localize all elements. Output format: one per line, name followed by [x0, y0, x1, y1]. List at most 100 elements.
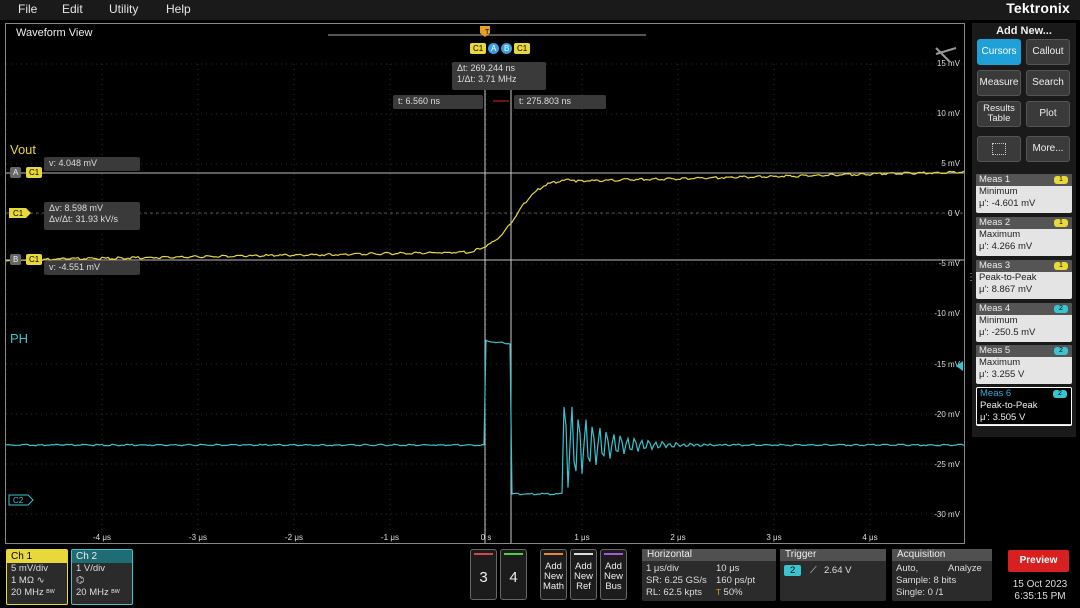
acquisition-sample: Sample: 8 bits: [896, 575, 957, 586]
cursors-button[interactable]: Cursors: [977, 39, 1021, 65]
bottom-settings-bar: Ch 1 5 mV/div 1 MΩ ∿ 20 MHz ᴮᵂ Ch 2 1 V/…: [0, 545, 1080, 608]
meas-6-badge[interactable]: Meas 6 2 Peak-to-Peak μ': 3.505 V: [976, 387, 1072, 426]
dv-dt-value: Δv/Δt: 31.93 kV/s: [49, 214, 119, 224]
ch2-badge[interactable]: Ch 2 1 V/div ⌬ 20 MHz ᴮᵂ: [71, 549, 133, 605]
time-display: 6:35:15 PM: [1014, 591, 1066, 602]
cursor-tag-c1-left[interactable]: C1: [470, 43, 487, 54]
panel-resize-handle[interactable]: ⋮: [966, 273, 976, 290]
x-tick-label: 2 μs: [670, 533, 685, 542]
ch3-button[interactable]: 3: [470, 549, 497, 600]
cursor-b-voltage-readout[interactable]: v: -4.551 mV: [44, 261, 140, 275]
meas-name: Minimum: [979, 315, 1018, 326]
trigger-marker-label: T: [485, 29, 490, 36]
bw-limit-icon: ᴮᵂ: [46, 588, 55, 597]
meas-value: μ': 3.505 V: [977, 412, 1071, 424]
waveform-plot[interactable]: 15 mV 10 mV 5 mV 0 V -5 mV -10 mV -15 mV…: [6, 24, 964, 543]
meas-title: Meas 2: [979, 217, 1011, 228]
y-tick-label: -5 mV: [939, 259, 961, 268]
add-new-panel: Add New... Cursors Callout Measure Searc…: [972, 23, 1076, 437]
add-ref-button[interactable]: Add New Ref: [570, 549, 597, 600]
acquisition-analyze: Analyze: [948, 563, 982, 574]
delta-v-readout[interactable]: Δv: 8.598 mV Δv/Δt: 31.93 kV/s: [44, 202, 140, 230]
x-tick-label: 4 μs: [862, 533, 877, 542]
grid-layout-button[interactable]: [977, 136, 1021, 162]
delta-t-value: Δt: 269.244 ns: [457, 63, 516, 73]
callout-button[interactable]: Callout: [1026, 39, 1070, 65]
add-ref-label: Add New Ref: [573, 561, 593, 592]
more-button[interactable]: More...: [1026, 136, 1070, 162]
rising-edge-icon: ⟋: [810, 565, 817, 576]
menu-utility[interactable]: Utility: [109, 2, 138, 16]
ac-coupling-icon: ∿: [36, 575, 45, 586]
trigger-badge[interactable]: Trigger 2 ⟋ 2.64 V: [780, 549, 886, 601]
trigger-level: 2.64 V: [824, 565, 852, 576]
meas-3-badge[interactable]: Meas 3 1 Peak-to-Peak μ': 8.867 mV: [976, 260, 1072, 299]
measure-button[interactable]: Measure: [977, 70, 1021, 96]
waveform-view[interactable]: 15 mV 10 mV 5 mV 0 V -5 mV -10 mV -15 mV…: [5, 23, 965, 544]
menu-edit[interactable]: Edit: [62, 2, 83, 16]
cursor-b-time-readout[interactable]: t: 275.803 ns: [514, 95, 606, 109]
menu-bar: File Edit Utility Help Tektronix: [0, 0, 1080, 20]
add-bus-button[interactable]: Add New Bus: [600, 549, 627, 600]
ch2-marker-label: C2: [13, 496, 24, 505]
ch4-button[interactable]: 4: [500, 549, 527, 600]
probe-icon: ⌬: [76, 575, 85, 586]
meas-4-badge[interactable]: Meas 4 2 Minimum μ': -250.5 mV: [976, 303, 1072, 342]
acquisition-badge[interactable]: Acquisition Auto, Analyze Sample: 8 bits…: [892, 549, 992, 601]
meas-channel-badge: 1: [1054, 176, 1068, 184]
meas-name: Minimum: [979, 186, 1018, 197]
ch1-badge[interactable]: Ch 1 5 mV/div 1 MΩ ∿ 20 MHz ᴮᵂ: [6, 549, 68, 605]
horizontal-badge[interactable]: Horizontal 1 μs/div 10 μs SR: 6.25 GS/s …: [642, 549, 776, 601]
delta-t-readout[interactable]: Δt: 269.244 ns 1/Δt: 3.71 MHz: [452, 62, 546, 90]
inv-delta-t-value: 1/Δt: 3.71 MHz: [457, 74, 517, 84]
cursor-a-time-readout[interactable]: t: 6.560 ns: [393, 95, 483, 109]
add-math-button[interactable]: Add New Math: [540, 549, 567, 600]
trigger-title: Trigger: [780, 549, 886, 561]
ch1-title: Ch 1: [7, 550, 67, 563]
y-tick-label: 10 mV: [937, 109, 961, 118]
add-math-label: Add New Math: [542, 561, 565, 592]
meas-5-badge[interactable]: Meas 5 2 Maximum μ': 3.255 V: [976, 345, 1072, 384]
ch2-scale: 1 V/div: [76, 563, 106, 574]
y-tick-label: -10 mV: [934, 309, 960, 318]
menu-help[interactable]: Help: [166, 2, 191, 16]
x-tick-label: -3 μs: [189, 533, 207, 542]
search-button[interactable]: Search: [1026, 70, 1070, 96]
record-length: RL: 62.5 kpts: [646, 587, 702, 598]
plot-button[interactable]: Plot: [1026, 101, 1070, 127]
cursor-a-voltage-readout[interactable]: v: 4.048 mV: [44, 157, 140, 171]
delta-v-value: Δv: 8.598 mV: [49, 203, 104, 213]
x-tick-label: -1 μs: [381, 533, 399, 542]
add-new-title: Add New...: [996, 25, 1052, 37]
meas-channel-badge: 2: [1054, 347, 1068, 355]
meas-1-badge[interactable]: Meas 1 1 Minimum μ': -4.601 mV: [976, 174, 1072, 213]
dotted-grid-icon: [992, 143, 1006, 155]
meas-value: μ': -250.5 mV: [979, 327, 1036, 338]
cursor-tag-c1-right[interactable]: C1: [514, 43, 531, 54]
preview-button[interactable]: Preview: [1008, 550, 1069, 572]
acquisition-mode: Auto,: [896, 563, 919, 574]
cursor-a-channel-tag: C1: [26, 167, 43, 178]
menu-file[interactable]: File: [18, 2, 37, 16]
meas-2-badge[interactable]: Meas 2 1 Maximum μ': 4.266 mV: [976, 217, 1072, 256]
meas-name: Maximum: [979, 229, 1021, 240]
y-tick-label: -30 mV: [934, 510, 960, 519]
bw-limit-icon: ᴮᵂ: [111, 588, 120, 597]
meas-name: Maximum: [979, 357, 1021, 368]
x-tick-label: -2 μs: [285, 533, 303, 542]
sample-rate: SR: 6.25 GS/s: [646, 575, 707, 586]
ch4-label: 4: [509, 569, 518, 586]
meas-title: Meas 6: [980, 388, 1012, 399]
x-tick-label: -4 μs: [93, 533, 111, 542]
x-tick-label: 3 μs: [766, 533, 781, 542]
trigger-source: 2: [784, 565, 802, 576]
acquisition-title: Acquisition: [892, 549, 992, 561]
ph-label: PH: [10, 331, 29, 346]
horizontal-title: Horizontal: [642, 549, 776, 561]
cursor-b-marker[interactable]: B: [10, 254, 22, 265]
x-tick-label: 1 μs: [574, 533, 589, 542]
results-table-button[interactable]: Results Table: [977, 101, 1021, 127]
waveform-view-title: Waveform View: [16, 27, 93, 39]
ch3-label: 3: [479, 569, 488, 586]
cursor-a-marker[interactable]: A: [10, 167, 22, 178]
